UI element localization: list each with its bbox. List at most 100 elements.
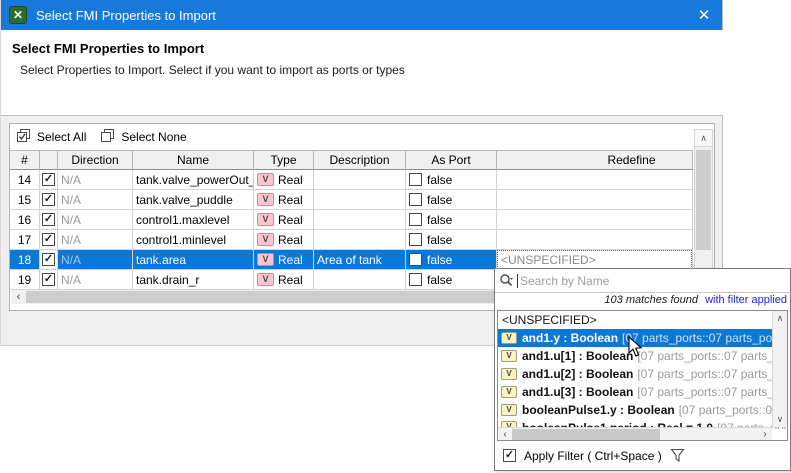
search-field[interactable]: Search by Name xyxy=(495,269,790,293)
table-header-row: # Direction Name Type Description As Por… xyxy=(10,150,693,170)
check-icon: ✓ xyxy=(44,174,53,185)
scroll-left-icon[interactable]: ‹ xyxy=(498,429,512,440)
as-port-value: false xyxy=(427,253,452,267)
description-value xyxy=(314,270,406,290)
list-vertical-scrollbar[interactable]: ∧ ∨ xyxy=(772,311,787,427)
type-value: Real xyxy=(278,273,303,287)
check-icon: ✓ xyxy=(505,450,514,461)
as-port-checkbox[interactable] xyxy=(409,253,422,266)
value-property-icon: V xyxy=(257,233,274,246)
select-none-button[interactable]: Select None xyxy=(101,129,186,144)
close-button[interactable]: ✕ xyxy=(686,0,722,30)
check-icon: ✓ xyxy=(44,254,53,265)
row-num: 18 xyxy=(10,250,40,270)
search-placeholder: Search by Name xyxy=(520,274,609,288)
select-all-icon xyxy=(17,129,32,144)
filter-funnel-icon[interactable] xyxy=(670,448,685,463)
check-icon: ✓ xyxy=(44,234,53,245)
as-port-checkbox[interactable] xyxy=(409,233,422,246)
list-horizontal-scrollbar[interactable]: ‹ › xyxy=(498,427,772,440)
col-header-name[interactable]: Name xyxy=(133,150,254,170)
app-icon: ✕ xyxy=(9,6,27,24)
check-icon: ✓ xyxy=(44,194,53,205)
select-none-label: Select None xyxy=(121,130,186,144)
property-name: tank.drain_r xyxy=(133,270,254,290)
item-name: and1.y : Boolean xyxy=(522,331,618,345)
value-property-icon: V xyxy=(257,213,274,226)
list-item[interactable]: V and1.u[3] : Boolean [07 parts_ports::0… xyxy=(498,383,787,401)
row-select-checkbox[interactable]: ✓ xyxy=(42,173,55,186)
item-path: [07 parts_ports::07 parts_ports::B xyxy=(622,331,787,345)
list-item[interactable]: V booleanPulse1.y : Boolean [07 parts_po… xyxy=(498,401,787,419)
close-icon: ✕ xyxy=(698,6,711,24)
row-select-checkbox[interactable]: ✓ xyxy=(42,193,55,206)
table-row-17[interactable]: 17 ✓ N/A control1.minlevel VReal false xyxy=(10,230,693,250)
table-row-16[interactable]: 16 ✓ N/A control1.maxlevel VReal false xyxy=(10,210,693,230)
direction-value: N/A xyxy=(61,193,81,207)
as-port-checkbox[interactable] xyxy=(409,273,422,286)
scroll-left-icon[interactable]: ‹ xyxy=(11,290,26,304)
description-value xyxy=(314,190,406,210)
select-all-button[interactable]: Select All xyxy=(17,129,86,144)
redefine-cell[interactable] xyxy=(497,210,693,230)
property-name: tank.area xyxy=(133,250,254,270)
table-row-18-selected[interactable]: 18 ✓ N/A tank.area VReal Area of tank fa… xyxy=(10,250,693,270)
mouse-cursor xyxy=(628,336,644,358)
vertical-scroll-thumb[interactable] xyxy=(696,150,711,250)
value-property-icon: V xyxy=(257,193,274,206)
type-value: Real xyxy=(278,213,303,227)
redefine-edit-cell[interactable]: <UNSPECIFIED> xyxy=(497,250,692,269)
redefine-cell[interactable] xyxy=(497,190,693,210)
list-item-unspecified[interactable]: <UNSPECIFIED> xyxy=(498,311,787,329)
table-row-15[interactable]: 15 ✓ N/A tank.valve_puddle VReal false xyxy=(10,190,693,210)
redefine-cell[interactable] xyxy=(497,230,693,250)
apply-filter-checkbox[interactable]: ✓ xyxy=(503,449,516,462)
row-select-checkbox[interactable]: ✓ xyxy=(42,253,55,266)
row-select-checkbox[interactable]: ✓ xyxy=(42,213,55,226)
col-header-as-port[interactable]: As Port xyxy=(406,150,497,170)
item-path: [07 parts_ports::07 part xyxy=(679,403,787,417)
page-title: Select FMI Properties to Import xyxy=(12,41,204,56)
scroll-down-icon[interactable]: ∨ xyxy=(773,412,787,427)
filter-applied-link[interactable]: with filter applied xyxy=(705,294,787,306)
col-header-type[interactable]: Type xyxy=(254,150,314,170)
col-header-description[interactable]: Description xyxy=(314,150,406,170)
col-header-redefine[interactable]: Redefine xyxy=(497,150,693,170)
table-row-14[interactable]: 14 ✓ N/A tank.valve_powerOut_f VReal fal… xyxy=(10,170,693,190)
results-list: <UNSPECIFIED> V and1.y : Boolean [07 par… xyxy=(497,310,788,441)
row-select-checkbox[interactable]: ✓ xyxy=(42,273,55,286)
value-property-icon: V xyxy=(501,386,517,398)
as-port-checkbox[interactable] xyxy=(409,193,422,206)
horizontal-scroll-thumb[interactable] xyxy=(512,429,660,440)
row-num: 16 xyxy=(10,210,40,230)
type-value: Real xyxy=(278,253,303,267)
as-port-checkbox[interactable] xyxy=(409,213,422,226)
as-port-checkbox[interactable] xyxy=(409,173,422,186)
scroll-up-icon[interactable]: ∧ xyxy=(695,130,712,147)
row-select-checkbox[interactable]: ✓ xyxy=(42,233,55,246)
value-property-icon: V xyxy=(501,368,517,380)
apply-filter-row: ✓ Apply Filter ( Ctrl+Space ) xyxy=(503,448,685,463)
description-value xyxy=(314,210,406,230)
dialog-titlebar[interactable]: ✕ Select FMI Properties to Import ✕ xyxy=(1,0,722,30)
type-value: Real xyxy=(278,173,303,187)
screenshot-canvas: ✕ Select FMI Properties to Import ✕ Sele… xyxy=(0,0,791,473)
redefine-cell[interactable] xyxy=(497,170,693,190)
row-num: 19 xyxy=(10,270,40,290)
item-name: and1.u[1] : Boolean xyxy=(522,349,633,363)
property-name: control1.minlevel xyxy=(133,230,254,250)
page-subtitle: Select Properties to Import. Select if y… xyxy=(20,63,405,77)
matches-count: 103 matches found xyxy=(604,294,698,306)
col-header-num[interactable]: # xyxy=(10,150,40,170)
item-path: [07 parts_ports::07 parts_port xyxy=(637,385,787,399)
scroll-up-icon[interactable]: ∧ xyxy=(773,311,787,326)
col-header-direction[interactable]: Direction xyxy=(58,150,133,170)
table-vertical-scrollbar[interactable]: ∧ xyxy=(694,129,713,290)
direction-value: N/A xyxy=(61,233,81,247)
scroll-right-icon[interactable]: › xyxy=(758,429,772,440)
table-toolbar: Select All Select None xyxy=(10,124,187,149)
description-value xyxy=(314,230,406,250)
list-item[interactable]: V and1.u[2] : Boolean [07 parts_ports::0… xyxy=(498,365,787,383)
as-port-value: false xyxy=(427,193,452,207)
col-header-checkbox[interactable] xyxy=(40,150,58,170)
